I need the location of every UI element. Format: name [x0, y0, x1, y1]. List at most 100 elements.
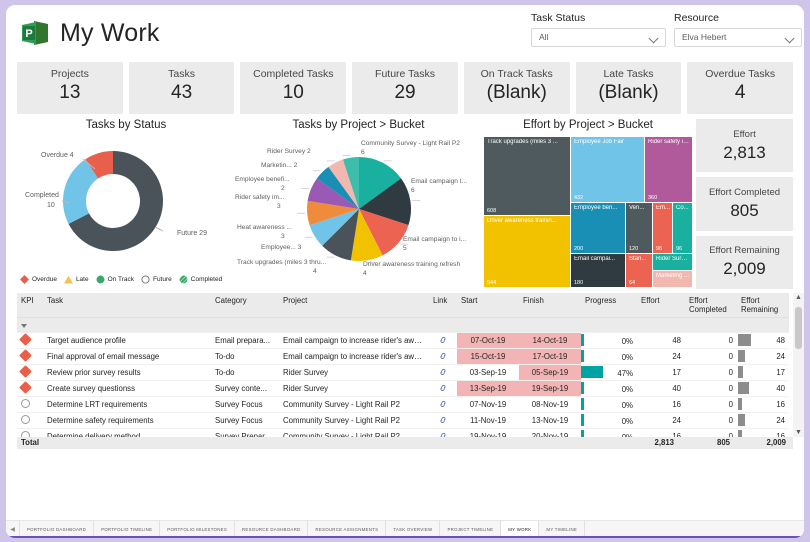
- kpi-card-on-track-tasks[interactable]: On Track Tasks (Blank): [464, 62, 570, 114]
- treemap-tile[interactable]: Employee Job Fair432: [571, 137, 644, 202]
- card-value: 805: [730, 201, 758, 221]
- treemap-tile[interactable]: Rider safety im...360: [645, 137, 692, 202]
- kpi-card-future-tasks[interactable]: Future Tasks 29: [352, 62, 458, 114]
- slicer-resource[interactable]: Resource Elva Hebert: [674, 12, 802, 47]
- scroll-up-icon[interactable]: ▲: [795, 294, 802, 301]
- treemap-area[interactable]: Track upgrades (miles 3 ...608Driver awa…: [484, 137, 692, 287]
- donut-data-label: Future 29: [177, 230, 207, 237]
- col-effort-remaining[interactable]: Effort Remaining: [737, 293, 789, 318]
- kpi-card-late-tasks[interactable]: Late Tasks (Blank): [576, 62, 682, 114]
- donut-chart-svg[interactable]: Future 29Completed10Overdue 4: [17, 131, 235, 281]
- col-finish[interactable]: Finish: [519, 293, 581, 318]
- pie-chart-svg[interactable]: Community Survey - Light Rail P26Email c…: [235, 131, 482, 283]
- table-row[interactable]: Determine safety requirementsSurvey Focu…: [17, 413, 789, 429]
- slicer-task-status[interactable]: Task Status All: [531, 12, 666, 47]
- cell-link[interactable]: [429, 349, 457, 365]
- treemap-tile-value: 96: [656, 246, 662, 252]
- chevron-down-icon[interactable]: [786, 35, 794, 40]
- link-icon[interactable]: [439, 384, 447, 392]
- table-row[interactable]: Determine LRT requirementsSurvey FocusCo…: [17, 397, 789, 413]
- slicer-resource-label: Resource: [674, 12, 802, 24]
- kpi-label: On Track Tasks: [481, 68, 553, 80]
- svg-text:Rider safety im...: Rider safety im...: [235, 194, 285, 201]
- chart-effort-by-project-bucket[interactable]: Effort by Project > Bucket Track upgrade…: [482, 119, 694, 289]
- svg-text:Track upgrades (miles 3 thru..: Track upgrades (miles 3 thru...: [237, 259, 326, 266]
- card-effort[interactable]: Effort 2,813: [696, 119, 793, 172]
- treemap-tile[interactable]: Marketing ...: [653, 271, 692, 287]
- treemap-tile[interactable]: Stan...64: [626, 254, 652, 287]
- cell-link[interactable]: [429, 413, 457, 429]
- treemap-tile[interactable]: Track upgrades (miles 3 ...608: [484, 137, 570, 215]
- treemap-tile[interactable]: Co...96: [673, 203, 692, 253]
- kpi-overdue-icon: [19, 365, 32, 378]
- table-filter-row[interactable]: [17, 318, 789, 333]
- scroll-down-icon[interactable]: ▼: [795, 429, 802, 436]
- cell-link[interactable]: [429, 397, 457, 413]
- col-kpi[interactable]: KPI: [17, 293, 43, 318]
- cell-link[interactable]: [429, 381, 457, 397]
- cell-effort: 17: [637, 365, 685, 381]
- legend-item-completed[interactable]: Completed: [179, 275, 222, 284]
- legend-item-on-track[interactable]: On Track: [96, 275, 134, 284]
- cell-task: Create survey questionss: [43, 381, 211, 397]
- table-row[interactable]: Target audience profileEmail prepara...E…: [17, 333, 789, 349]
- cell-effort-completed: 0: [685, 413, 737, 429]
- cell-effort-remaining: 48: [737, 333, 789, 349]
- kpi-card-completed-tasks[interactable]: Completed Tasks 10: [240, 62, 346, 114]
- circle-icon: [96, 275, 105, 284]
- scrollbar-thumb[interactable]: [795, 307, 802, 349]
- col-effort[interactable]: Effort: [637, 293, 685, 318]
- cell-link[interactable]: [429, 333, 457, 349]
- slicer-resource-box[interactable]: Elva Hebert: [674, 28, 802, 47]
- chart-tasks-by-project-bucket[interactable]: Tasks by Project > Bucket Community Surv…: [235, 119, 482, 289]
- treemap-tile[interactable]: Email campai...180: [571, 254, 625, 287]
- col-progress[interactable]: Progress: [581, 293, 637, 318]
- total-label: Total: [21, 438, 39, 447]
- kpi-card-overdue-tasks[interactable]: Overdue Tasks 4: [687, 62, 793, 114]
- treemap-tile[interactable]: Rider Survey: [653, 254, 692, 270]
- table-row[interactable]: Create survey questionssSurvey conte...R…: [17, 381, 789, 397]
- link-icon[interactable]: [439, 368, 447, 376]
- svg-text:Employee benefi...: Employee benefi...: [235, 176, 290, 183]
- legend-item-future[interactable]: Future: [141, 275, 172, 284]
- link-icon[interactable]: [439, 400, 447, 408]
- card-effort-remaining[interactable]: Effort Remaining 2,009: [696, 236, 793, 289]
- cell-kpi: [17, 333, 43, 349]
- treemap-tile-value: 432: [574, 195, 583, 201]
- pie-data-label: Rider Survey 2: [267, 148, 351, 156]
- task-table[interactable]: KPI Task Category Project Link Start Fin…: [17, 293, 793, 449]
- card-effort-completed[interactable]: Effort Completed 805: [696, 177, 793, 230]
- chevron-down-icon[interactable]: [650, 35, 658, 40]
- table-header-row: KPI Task Category Project Link Start Fin…: [17, 293, 789, 318]
- col-start[interactable]: Start: [457, 293, 519, 318]
- link-icon[interactable]: [439, 336, 447, 344]
- col-effort-completed[interactable]: Effort Completed: [685, 293, 737, 318]
- cell-task: Determine safety requirements: [43, 413, 211, 429]
- treemap-tile[interactable]: Driver awareness trainin...544: [484, 216, 570, 287]
- triangle-icon: [64, 275, 73, 284]
- chart-tasks-by-status[interactable]: Tasks by Status Future 29Completed10Over…: [17, 119, 235, 289]
- cell-link[interactable]: [429, 365, 457, 381]
- treemap-tile[interactable]: Em...96: [653, 203, 672, 253]
- col-project[interactable]: Project: [279, 293, 429, 318]
- table-vertical-scrollbar[interactable]: ▲ ▼: [793, 293, 804, 437]
- link-icon[interactable]: [439, 352, 447, 360]
- chart-title: Tasks by Project > Bucket: [235, 119, 482, 131]
- table-row[interactable]: Review prior survey resultsTo-doRider Su…: [17, 365, 789, 381]
- col-category[interactable]: Category: [211, 293, 279, 318]
- slicer-task-status-box[interactable]: All: [531, 28, 666, 47]
- cell-effort: 16: [637, 397, 685, 413]
- treemap-tile[interactable]: Ven...120: [626, 203, 652, 253]
- treemap-tile[interactable]: Employee ben...200: [571, 203, 625, 253]
- kpi-card-projects[interactable]: Projects 13: [17, 62, 123, 114]
- col-task[interactable]: Task: [43, 293, 211, 318]
- table-row[interactable]: Final approval of email messageTo-doEmai…: [17, 349, 789, 365]
- legend-item-late[interactable]: Late: [64, 275, 89, 284]
- legend-item-overdue[interactable]: Overdue: [20, 275, 57, 284]
- filter-caret-cell[interactable]: [17, 318, 789, 333]
- filter-caret-icon[interactable]: [21, 324, 27, 328]
- link-icon[interactable]: [439, 416, 447, 424]
- kpi-card-tasks[interactable]: Tasks 43: [129, 62, 235, 114]
- col-link[interactable]: Link: [429, 293, 457, 318]
- kpi-value: 29: [394, 82, 415, 104]
